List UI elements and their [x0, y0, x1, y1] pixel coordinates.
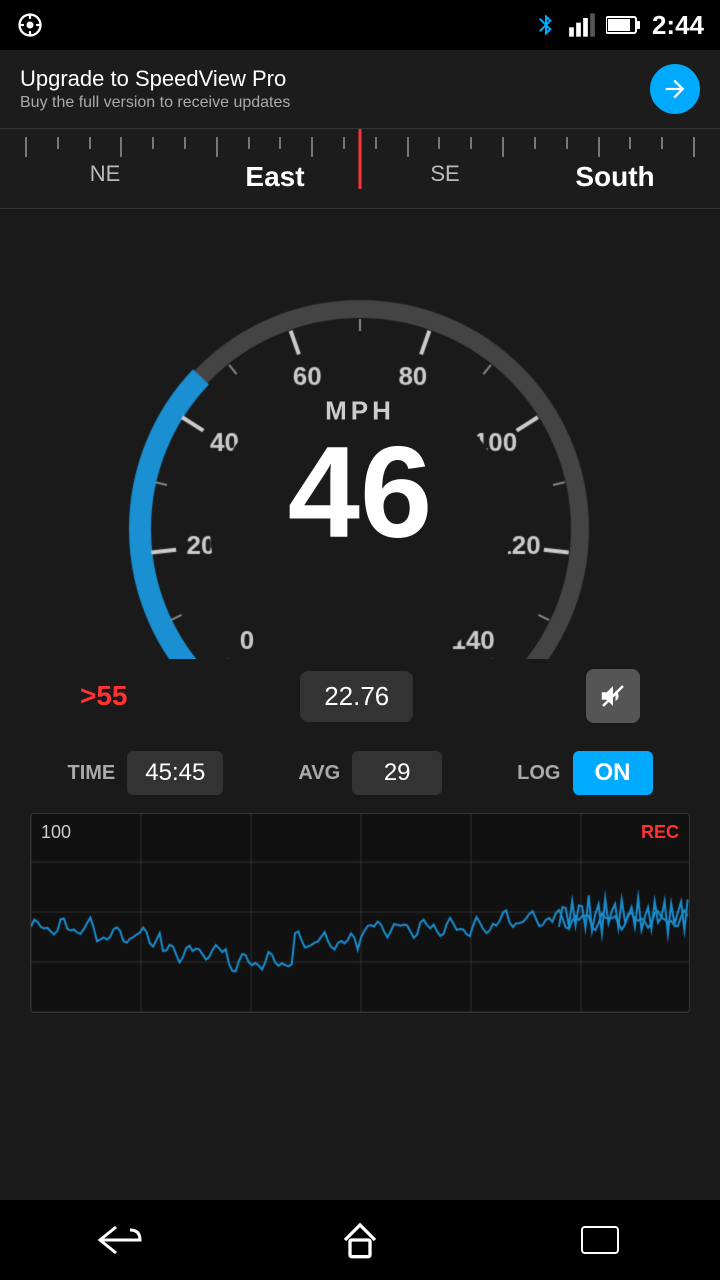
- tick: [407, 137, 409, 157]
- trip-display: 22.76: [300, 671, 413, 722]
- arrow-right-icon: [661, 75, 689, 103]
- upgrade-text: Upgrade to SpeedView Pro Buy the full ve…: [20, 66, 290, 112]
- time-stat: TIME 45:45: [67, 751, 223, 795]
- nav-bar: [0, 1200, 720, 1280]
- time-value: 45:45: [127, 751, 223, 795]
- tick: [375, 137, 377, 149]
- tick: [629, 137, 631, 149]
- compass-bar: NE East SE South: [0, 129, 720, 209]
- home-button[interactable]: [320, 1215, 400, 1265]
- upgrade-title: Upgrade to SpeedView Pro: [20, 66, 290, 92]
- log-toggle[interactable]: ON: [573, 751, 653, 795]
- tick: [534, 137, 536, 149]
- battery-icon: [606, 15, 642, 35]
- compass-needle: [359, 129, 362, 189]
- status-right: 2:44: [534, 10, 704, 41]
- sound-icon: [598, 681, 628, 711]
- tick: [57, 137, 59, 149]
- upgrade-subtitle: Buy the full version to receive updates: [20, 94, 290, 112]
- tick: [89, 137, 91, 149]
- back-button[interactable]: [80, 1215, 160, 1265]
- avg-value: 29: [352, 751, 442, 795]
- compass-se: SE: [360, 161, 530, 193]
- gauge-bottom-row: >55 22.76: [80, 669, 640, 723]
- stats-row: TIME 45:45 AVG 29 LOG ON: [0, 733, 720, 813]
- recent-button[interactable]: [560, 1215, 640, 1265]
- tick: [502, 137, 504, 157]
- tick: [184, 137, 186, 149]
- signal-icon: [568, 11, 596, 39]
- chart-canvas: [31, 813, 690, 1012]
- log-stat: LOG ON: [517, 751, 652, 795]
- tick: [566, 137, 568, 149]
- compass-east: East: [190, 161, 360, 193]
- speedometer-section: MPH 46 >55 22.76: [0, 209, 720, 733]
- tick: [216, 137, 218, 157]
- tick: [438, 137, 440, 149]
- back-icon: [96, 1225, 144, 1255]
- chart-section: 100 REC: [30, 813, 690, 1013]
- upgrade-button[interactable]: [650, 64, 700, 114]
- tick: [248, 137, 250, 149]
- tick: [279, 137, 281, 149]
- tick: [152, 137, 154, 149]
- status-time: 2:44: [652, 10, 704, 41]
- status-bar: 2:44: [0, 0, 720, 50]
- avg-stat: AVG 29: [298, 751, 442, 795]
- compass-south: South: [530, 161, 700, 193]
- log-label: LOG: [517, 762, 560, 785]
- time-label: TIME: [67, 762, 115, 785]
- tick: [693, 137, 695, 157]
- tick: [25, 137, 27, 157]
- speed-alert: >55: [80, 680, 128, 712]
- sound-button[interactable]: [586, 669, 640, 723]
- tick: [661, 137, 663, 149]
- status-left: [16, 11, 44, 39]
- tick: [470, 137, 472, 149]
- speed-value: 46: [288, 427, 433, 557]
- speed-display: MPH 46: [288, 396, 433, 557]
- gauge-container: MPH 46: [80, 229, 640, 659]
- tick: [343, 137, 345, 149]
- upgrade-banner: Upgrade to SpeedView Pro Buy the full ve…: [0, 50, 720, 129]
- tick: [598, 137, 600, 157]
- recent-icon: [580, 1225, 620, 1255]
- tick: [311, 137, 313, 157]
- home-icon: [340, 1220, 380, 1260]
- bluetooth-icon: [534, 11, 558, 39]
- location-icon: [16, 11, 44, 39]
- compass-ne: NE: [20, 161, 190, 193]
- avg-label: AVG: [298, 762, 340, 785]
- tick: [120, 137, 122, 157]
